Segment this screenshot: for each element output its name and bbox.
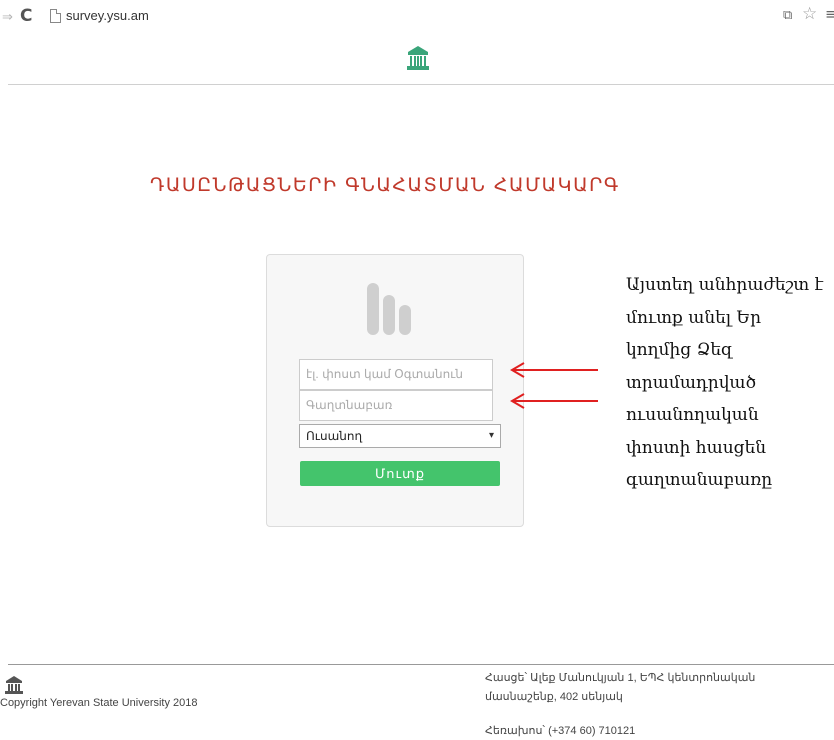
annotation-line: տրամադրված [626, 372, 757, 393]
extension-icon[interactable]: ⧉ [783, 7, 792, 23]
annotation-line: փոստի հասցեն [626, 437, 767, 458]
role-select-value: Ուսանող [306, 429, 363, 443]
page-icon [50, 9, 61, 23]
forward-icon[interactable]: ⇒ [2, 9, 13, 25]
annotation-line: կողմից Ձեզ [626, 340, 733, 360]
annotation-line: ուսանողական [626, 405, 759, 425]
annotation-line: գաղտանաբառը [626, 470, 773, 490]
reload-icon[interactable]: C [20, 6, 32, 26]
university-building-icon[interactable] [406, 44, 430, 72]
login-card: էլ. փոստ կամ Օգտանուն Գաղտնաբառ Ուսանող … [266, 254, 524, 527]
address-bar[interactable]: survey.ysu.am [66, 8, 149, 23]
bookmark-star-icon[interactable]: ☆ [802, 4, 817, 24]
footer-phone: Հեռախոս՝ (+374 60) 710121 [485, 725, 636, 737]
footer-divider [8, 664, 834, 665]
arrow-left-icon [510, 362, 598, 378]
footer-copyright: Copyright Yerevan State University 2018 [0, 697, 198, 709]
arrow-left-icon [510, 393, 598, 409]
password-input[interactable]: Գաղտնաբառ [299, 390, 493, 421]
chevron-down-icon: ▾ [488, 430, 494, 441]
survey-bars-icon [367, 283, 411, 335]
annotation-text: Այստեղ անհրաժեշտ է մուտք անել Եր կողմից … [626, 269, 834, 629]
page-title: ԴԱՍԸՆԹԱՑՆԵՐԻ ԳՆԱՀԱՏՄԱՆ ՀԱՄԱԿԱՐԳ [150, 174, 620, 196]
login-button[interactable]: Մուտք [300, 461, 500, 486]
university-building-icon [5, 676, 23, 694]
annotation-line: մուտք անել Եր [626, 307, 762, 328]
browser-toolbar: ⇒ C survey.ysu.am ⧉ ☆ ≡ [0, 0, 834, 38]
email-input[interactable]: էլ. փոստ կամ Օգտանուն [299, 359, 493, 390]
header-divider [8, 84, 834, 85]
role-select[interactable]: Ուսանող ▾ [299, 424, 501, 448]
menu-icon[interactable]: ≡ [825, 5, 834, 23]
annotation-line: Այստեղ անհրաժեշտ է [626, 275, 824, 295]
footer-address: Հասցե՝ Ալեք Մանուկյան 1, ԵՊՀ կենտրոնական… [485, 672, 756, 703]
